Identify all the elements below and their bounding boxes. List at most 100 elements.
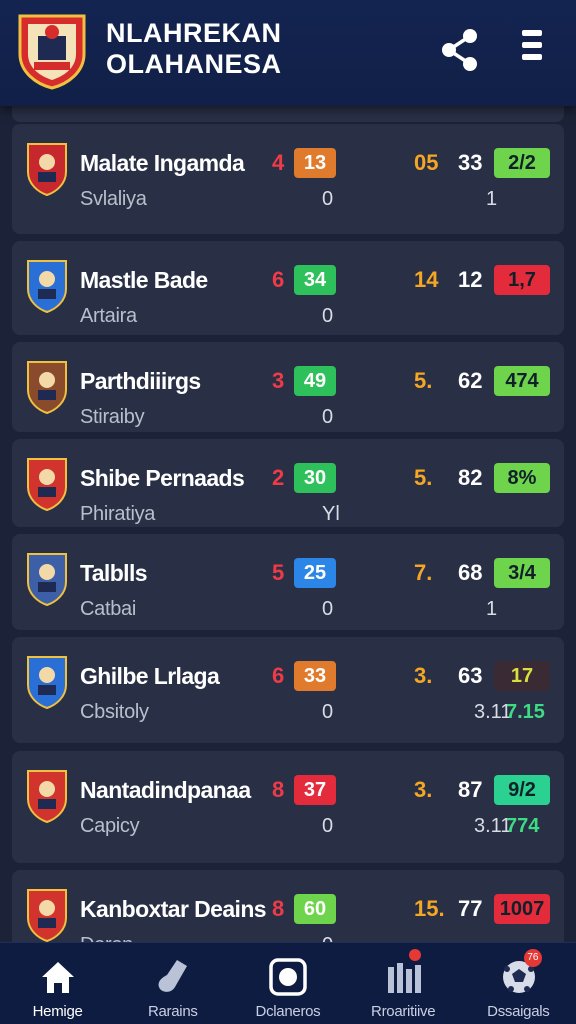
stat-white: 12 — [458, 267, 483, 292]
team-secondary-value: 0 — [322, 598, 334, 620]
team-rank: 3 — [272, 368, 285, 393]
form-badge: 474 — [494, 366, 550, 396]
notification-badge: 76 — [523, 949, 542, 967]
team-subtitle: Cbsitoly — [80, 701, 149, 723]
team-crest-icon — [27, 260, 67, 313]
camera-icon — [269, 958, 308, 996]
team-secondary-value: Yl — [322, 503, 340, 525]
sock-icon — [158, 960, 188, 992]
team-name: Nantadindpanaa — [80, 777, 251, 803]
form-badge: 8% — [494, 463, 550, 493]
team-secondary-value: 0 — [322, 188, 334, 210]
team-rank: 8 — [272, 896, 285, 921]
team-crest-icon — [27, 553, 67, 606]
stat-orange: 05 — [414, 150, 439, 175]
score-badge: 37 — [294, 775, 336, 805]
team-crest-icon — [27, 458, 67, 511]
score-badge: 33 — [294, 661, 336, 691]
team-name: Malate Ingamda — [80, 150, 245, 176]
team-subtitle: Svlaliya — [80, 188, 147, 210]
home-icon — [42, 962, 74, 993]
stat-orange: 3. — [414, 663, 433, 688]
team-card[interactable]: Nantadindpanaa Capicy 8 37 0 3. 87 9/2 3… — [12, 751, 564, 863]
extra-value-green: 7.15 — [506, 701, 545, 723]
score-badge: 49 — [294, 366, 336, 396]
team-name: Parthdiiirgs — [80, 368, 201, 394]
nav-tab-dclaneros[interactable]: Dclaneros — [230, 943, 345, 1024]
team-card[interactable]: Parthdiiirgs Stiraiby 3 49 0 5. 62 474 — [12, 342, 564, 432]
share-icon[interactable] — [440, 28, 480, 72]
team-secondary-value: 0 — [322, 406, 334, 428]
stat-white: 68 — [458, 560, 483, 585]
team-card[interactable]: Shibe Pernaads Phiratiya 2 30 Yl 5. 82 8… — [12, 439, 564, 527]
team-crest-icon — [27, 889, 67, 942]
score-badge: 13 — [294, 148, 336, 178]
stat-white: 62 — [458, 368, 483, 393]
nav-tab-home[interactable]: Hemige — [0, 943, 115, 1024]
app-title: NLAHREKAN OLAHANESA — [106, 18, 282, 80]
team-subtitle: Stiraiby — [80, 406, 145, 428]
team-crest-icon — [27, 656, 67, 709]
team-rank: 6 — [272, 663, 285, 688]
stat-orange: 14 — [414, 267, 439, 292]
nav-label: Rarains — [147, 1003, 198, 1020]
team-name: Shibe Pernaads — [80, 465, 245, 491]
bottom-nav: Hemige Rarains Dclaneros Rroaritiive 76 … — [0, 942, 576, 1024]
team-card[interactable]: Kanboxtar Deains Doron 8 60 0 15. 77 100… — [12, 870, 564, 942]
form-badge: 17 — [494, 661, 550, 691]
notification-dot — [408, 949, 421, 961]
score-badge: 60 — [294, 894, 336, 924]
app-header: NLAHREKAN OLAHANESA — [0, 0, 576, 106]
team-rank: 8 — [272, 777, 285, 802]
shield-crest-logo[interactable] — [16, 10, 88, 90]
nav-label: Dclaneros — [255, 1003, 321, 1020]
team-crest-icon — [27, 361, 67, 414]
nav-label: Rroaritiive — [371, 1003, 436, 1020]
extra-value: 1 — [486, 188, 498, 210]
stat-white: 82 — [458, 465, 483, 490]
team-card[interactable]: Talblls Catbai 5 25 0 7. 68 3/4 1 — [12, 534, 564, 630]
nav-label: Hemige — [32, 1003, 83, 1020]
form-badge: 1,7 — [494, 265, 550, 295]
team-rank: 2 — [272, 465, 285, 490]
nav-tab-dssaigals[interactable]: 76 Dssaigals — [461, 943, 576, 1024]
team-crest-icon — [27, 770, 67, 823]
extra-value-green: 774 — [506, 815, 540, 837]
score-badge: 25 — [294, 558, 336, 588]
nav-label: Dssaigals — [487, 1003, 550, 1020]
score-badge: 30 — [294, 463, 336, 493]
team-subtitle: Phiratiya — [80, 503, 156, 525]
team-rank: 4 — [272, 150, 285, 175]
team-card[interactable]: Malate Ingamda Svlaliya 4 13 0 05 33 2/2… — [12, 124, 564, 234]
team-card[interactable]: Ghilbe Lrlaga Cbsitoly 6 33 0 3. 63 17 3… — [12, 637, 564, 743]
nav-tab-rroaritiive[interactable]: Rroaritiive — [346, 943, 461, 1024]
stat-white: 77 — [458, 896, 483, 921]
form-badge: 2/2 — [494, 148, 550, 178]
stats-icon — [387, 963, 421, 993]
stat-orange: 3. — [414, 777, 433, 802]
team-crest-icon — [27, 143, 67, 196]
team-card[interactable]: Mastle Bade Artaira 6 34 0 14 12 1,7 — [12, 241, 564, 335]
team-secondary-value: 0 — [322, 815, 334, 837]
team-secondary-value: 0 — [322, 701, 334, 723]
team-name: Ghilbe Lrlaga — [80, 663, 220, 689]
stat-white: 87 — [458, 777, 483, 802]
stat-white: 63 — [458, 663, 483, 688]
team-subtitle: Doron — [80, 934, 133, 942]
stat-white: 33 — [458, 150, 483, 175]
stat-orange: 15. — [414, 896, 445, 921]
score-badge: 34 — [294, 265, 336, 295]
team-secondary-value: 0 — [322, 934, 333, 942]
standings-list: Malate Ingamda Svlaliya 4 13 0 05 33 2/2… — [0, 106, 576, 942]
app-title-line2: OLAHANESA — [106, 49, 282, 79]
form-badge: 9/2 — [494, 775, 550, 805]
partial-card — [12, 106, 564, 122]
nav-tab-rarains[interactable]: Rarains — [115, 943, 230, 1024]
team-name: Mastle Bade — [80, 267, 208, 293]
menu-icon[interactable] — [518, 30, 546, 70]
team-rank: 6 — [272, 267, 285, 292]
team-name: Kanboxtar Deains — [80, 896, 267, 922]
form-badge: 3/4 — [494, 558, 550, 588]
app-title-line1: NLAHREKAN — [106, 18, 282, 48]
team-subtitle: Capicy — [80, 815, 140, 837]
